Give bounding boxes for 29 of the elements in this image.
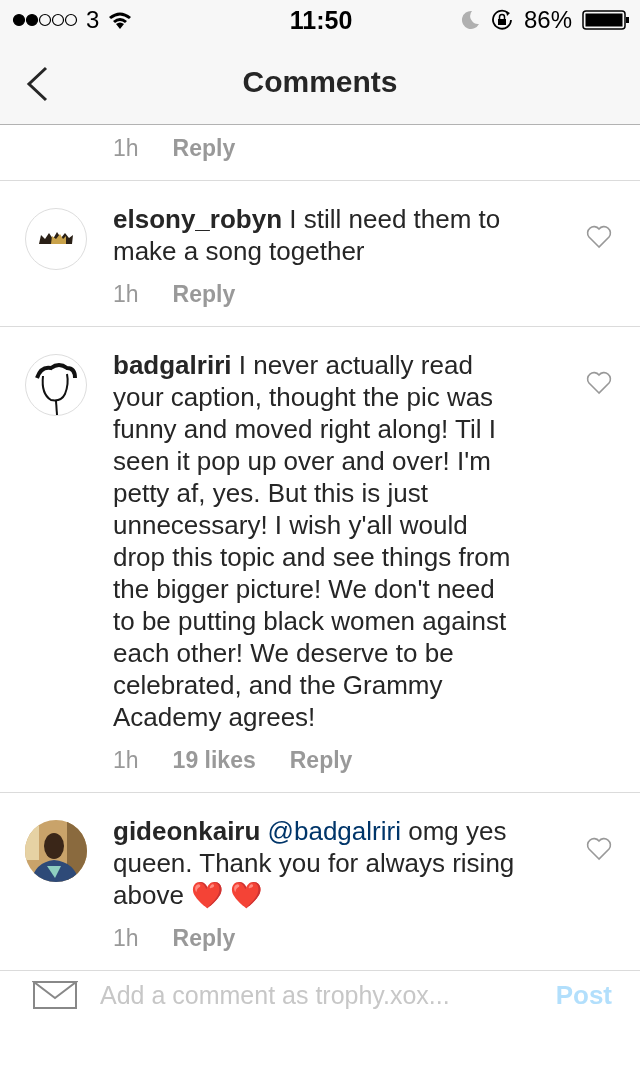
timestamp: 1h <box>113 281 139 308</box>
comment-text: elsony_robyn I still need them to make a song together <box>113 203 502 267</box>
likes-count[interactable]: 19 likes <box>172 747 256 774</box>
comment-field[interactable]: Add a comment as trophy.xox... <box>100 980 534 1010</box>
rotation-lock-icon <box>489 8 514 32</box>
back-icon[interactable] <box>26 66 48 102</box>
reply-link[interactable]: Reply <box>172 281 236 308</box>
heart-icon[interactable] <box>586 371 612 395</box>
signal-icon <box>12 13 78 27</box>
timestamp: 1h <box>113 925 139 952</box>
mention-link[interactable]: @badgalriri <box>267 816 401 846</box>
timestamp: 1h <box>113 135 139 162</box>
send-icon[interactable] <box>32 980 78 1010</box>
reply-link[interactable]: Reply <box>289 747 353 774</box>
battery-icon <box>582 10 630 30</box>
comment-text: gideonkairu @badgalriri omg yes queen. Thank you for always rising above ❤ ❤ <box>113 815 516 911</box>
battery-percent: 86% <box>523 6 572 34</box>
reply-link[interactable]: Reply <box>172 135 236 162</box>
moon-icon <box>459 10 480 30</box>
comment-text: badgalriri I never actually read your caption, thought the pic was funny and moved right along! Til I seen it pop up over and over! I'm petty af, yes. But this is just unnecessary! I wish y'all would drop this topic and see things from the bigger picture! We don't need to be putting black women against each other! We deserve to be celebrated, and the Grammy Academy agrees! <box>113 349 512 733</box>
heart-icon[interactable] <box>586 225 612 249</box>
page-title: Comments <box>242 65 398 99</box>
timestamp: 1h <box>113 747 139 774</box>
heart-icon[interactable] <box>586 837 612 861</box>
wifi-icon <box>107 10 134 30</box>
avatar-drawing <box>25 354 87 416</box>
clock: 11:50 <box>289 5 353 35</box>
carrier-label: 3 <box>86 6 100 34</box>
reply-link[interactable]: Reply <box>172 925 236 952</box>
